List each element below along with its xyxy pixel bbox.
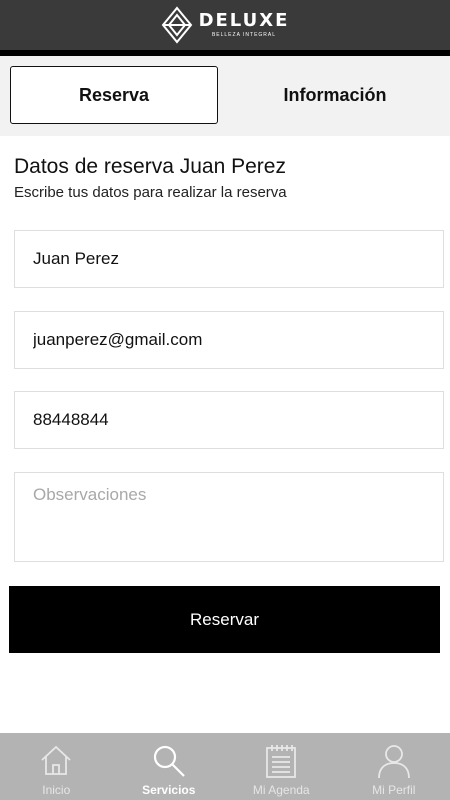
- search-icon: [153, 745, 185, 777]
- brand-name: DELUXE: [198, 10, 290, 31]
- nav-item-servicios[interactable]: Servicios: [113, 733, 226, 800]
- user-icon: [377, 745, 410, 779]
- brand-logo: DELUXE BELLEZA INTEGRAL: [161, 6, 290, 44]
- observations-field[interactable]: [14, 472, 444, 562]
- tab-bar: Reserva Información: [0, 56, 450, 136]
- nav-item-inicio[interactable]: Inicio: [0, 733, 113, 800]
- tab-informacion[interactable]: Información: [232, 66, 438, 124]
- home-icon: [41, 745, 71, 775]
- bottom-nav: Inicio Servicios Mi Agenda Mi Perfil: [0, 733, 450, 800]
- nav-item-mi-perfil[interactable]: Mi Perfil: [338, 733, 450, 800]
- name-field[interactable]: [14, 230, 444, 288]
- nav-label-mi-agenda: Mi Agenda: [252, 783, 310, 797]
- phone-field[interactable]: [14, 391, 444, 449]
- brand-tagline: BELLEZA INTEGRAL: [211, 32, 277, 38]
- nav-label-inicio: Inicio: [42, 783, 71, 797]
- nav-item-mi-agenda[interactable]: Mi Agenda: [225, 733, 338, 800]
- nav-label-servicios: Servicios: [142, 783, 196, 797]
- tab-reserva[interactable]: Reserva: [10, 66, 218, 124]
- form-subtitle: Escribe tus datos para realizar la reser…: [14, 184, 287, 201]
- notepad-icon: [266, 745, 297, 778]
- app-header: DELUXE BELLEZA INTEGRAL: [0, 0, 450, 50]
- email-field[interactable]: [14, 311, 444, 369]
- nav-label-mi-perfil: Mi Perfil: [372, 783, 416, 797]
- diamond-logo-icon: [161, 6, 192, 44]
- form-title: Datos de reserva Juan Perez: [14, 155, 286, 178]
- reservar-button[interactable]: Reservar: [9, 586, 440, 653]
